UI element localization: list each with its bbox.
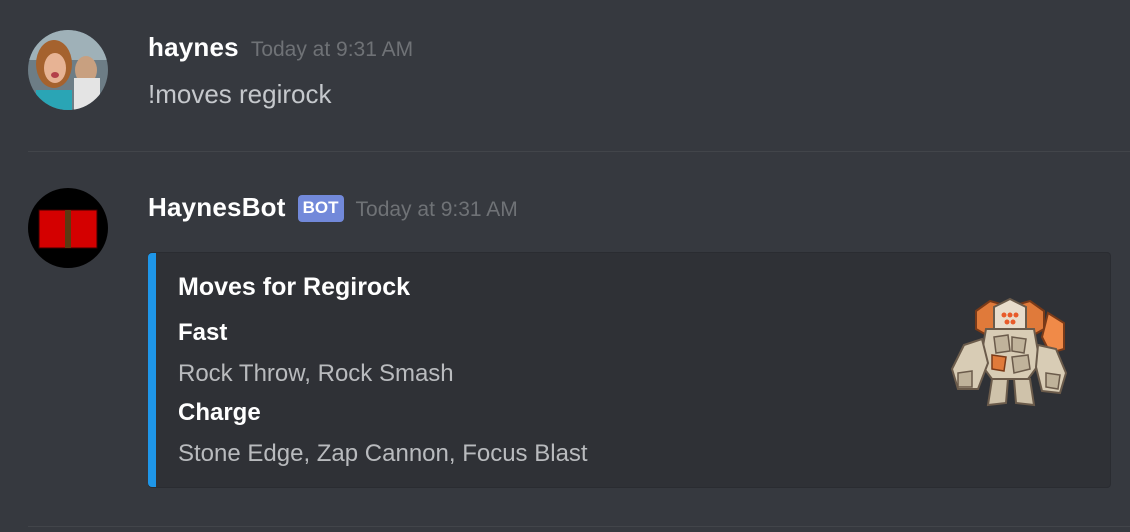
rich-embed: Moves for Regirock Fast Rock Throw, Rock… bbox=[148, 252, 1111, 488]
embed-thumbnail[interactable] bbox=[946, 293, 1074, 413]
regirock-sprite-icon bbox=[950, 297, 1068, 407]
chat-messages: haynes Today at 9:31 AM !moves regirock … bbox=[0, 0, 1130, 532]
embed-field-name-fast: Fast bbox=[178, 319, 228, 346]
timestamp: Today at 9:31 AM bbox=[250, 38, 414, 61]
message-divider bbox=[28, 151, 1130, 152]
message-header: haynes Today at 9:31 AM bbox=[148, 32, 413, 63]
message-divider bbox=[28, 526, 1130, 527]
embed-title: Moves for Regirock bbox=[178, 273, 411, 301]
bot-logo-icon bbox=[28, 188, 108, 268]
bot-tag: BOT bbox=[297, 195, 344, 222]
user-avatar-haynes[interactable] bbox=[28, 30, 108, 110]
embed-field-name-charge: Charge bbox=[178, 399, 261, 426]
timestamp: Today at 9:31 AM bbox=[355, 198, 518, 221]
user-photo-icon bbox=[28, 30, 108, 110]
bot-avatar-haynesbot[interactable] bbox=[28, 188, 108, 268]
message-content: !moves regirock bbox=[148, 79, 332, 109]
embed-accent-bar bbox=[148, 253, 156, 487]
embed-field-value-charge: Stone Edge, Zap Cannon, Focus Blast bbox=[178, 440, 588, 467]
username[interactable]: HaynesBot bbox=[148, 192, 286, 223]
message-header: HaynesBot BOT Today at 9:31 AM bbox=[148, 192, 518, 225]
embed-field-value-fast: Rock Throw, Rock Smash bbox=[178, 360, 454, 387]
username[interactable]: haynes bbox=[148, 32, 239, 63]
